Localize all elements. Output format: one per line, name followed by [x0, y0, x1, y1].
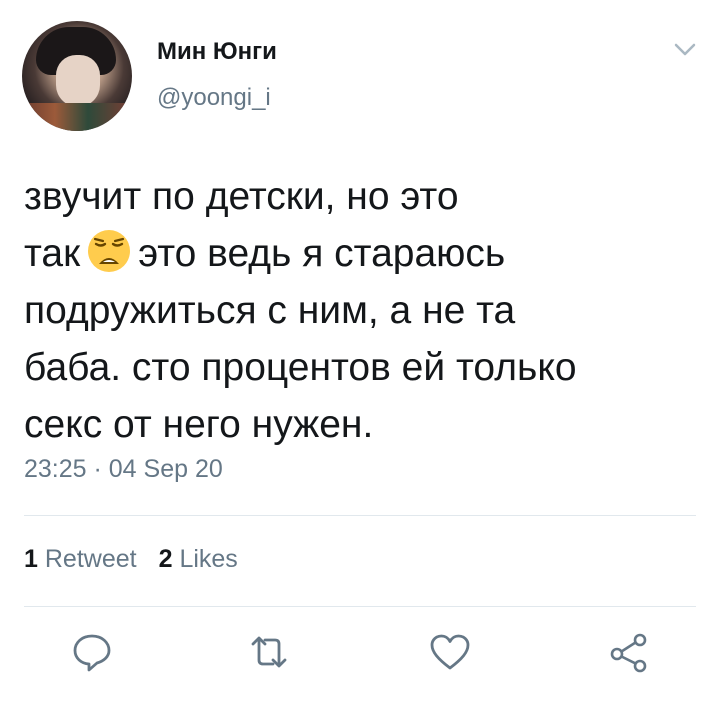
tweet-line: подружиться с ним, а не та: [24, 289, 516, 332]
reply-icon[interactable]: [70, 630, 114, 674]
tweet-text: звучит по детски, но это так это ведь я …: [24, 168, 704, 453]
tweet-timestamp[interactable]: 23:25 · 04 Sep 20: [24, 455, 223, 484]
tweet-actions: [0, 630, 720, 682]
divider: [24, 606, 696, 607]
retweets-count: 1: [24, 545, 38, 573]
tweet-line: секс от него нужен.: [24, 403, 374, 446]
retweets-label: Retweet: [44, 545, 137, 573]
likes-stat[interactable]: 2 Likes: [159, 545, 238, 574]
likes-count: 2: [158, 545, 173, 573]
divider: [24, 515, 696, 516]
tweet-line: так: [24, 232, 81, 275]
user-handle[interactable]: @yoongi_i: [157, 84, 271, 112]
tweet-line: звучит по детски, но это: [24, 175, 459, 218]
retweets-stat[interactable]: 1 Retweet: [24, 545, 137, 574]
tweet-line: это ведь я стараюсь: [138, 232, 506, 275]
chevron-down-icon[interactable]: [672, 40, 698, 60]
tweet-line: баба. сто процентов ей только: [24, 346, 577, 389]
avatar-face: [56, 55, 100, 107]
heart-icon[interactable]: [428, 630, 472, 674]
retweet-icon[interactable]: [247, 630, 291, 674]
share-icon[interactable]: [607, 630, 651, 674]
tweet-stats: 1 Retweet 2 Likes: [24, 545, 260, 574]
display-name[interactable]: Мин Юнги: [157, 38, 277, 66]
weary-face-emoji-icon: [84, 228, 134, 274]
avatar-shirt: [22, 103, 132, 131]
likes-label: Likes: [179, 545, 238, 573]
avatar[interactable]: [22, 21, 132, 131]
